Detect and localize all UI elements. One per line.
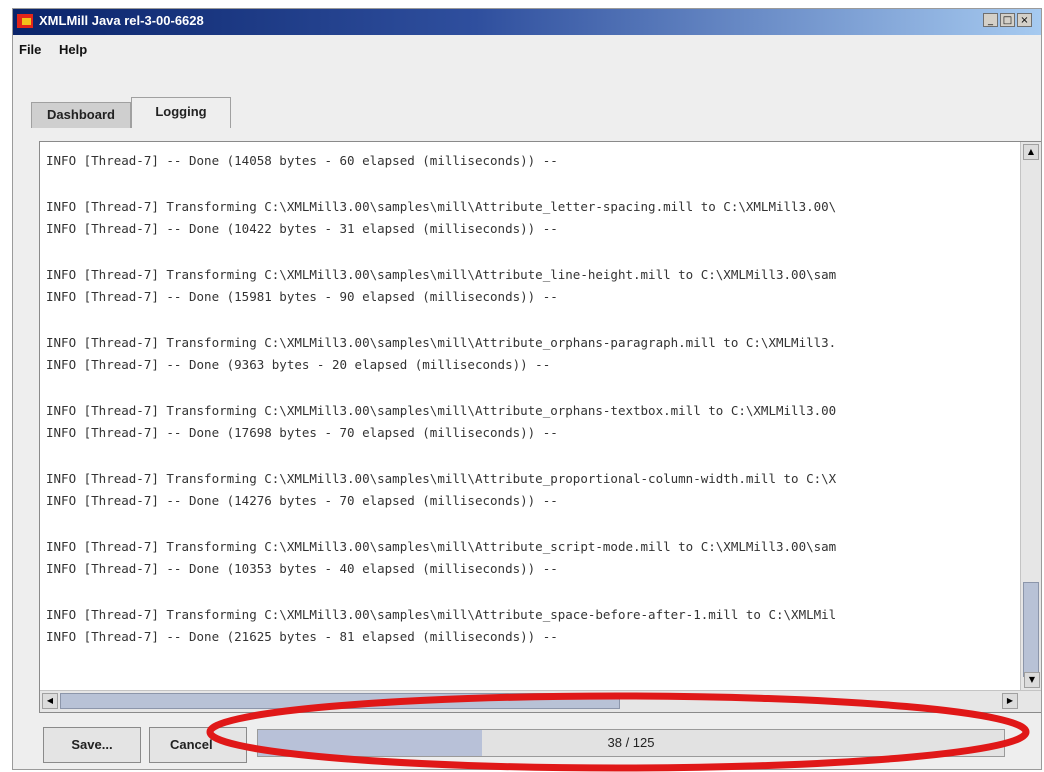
progress-text: 38 / 125 (607, 735, 655, 750)
arrow-down-icon[interactable]: ▼ (1024, 672, 1040, 688)
log-line: INFO [Thread-7] Transforming C:\XMLMill3… (46, 403, 837, 418)
window-title: XMLMill Java rel-3-00-6628 (39, 13, 204, 28)
log-spacer (46, 376, 1014, 400)
close-icon[interactable]: × (1017, 13, 1032, 27)
log-panel: INFO [Thread-7] -- Done (14058 bytes - 6… (39, 141, 1041, 713)
arrow-right-icon[interactable]: ▶ (1002, 693, 1018, 709)
log-line: INFO [Thread-7] Transforming C:\XMLMill3… (46, 471, 837, 486)
menu-file[interactable]: File (19, 42, 41, 57)
log-line: INFO [Thread-7] Transforming C:\XMLMill3… (46, 607, 837, 622)
horizontal-scrollbar[interactable]: ◀ ▶ (40, 690, 1041, 712)
log-line: INFO [Thread-7] -- Done (10422 bytes - 3… (46, 221, 558, 236)
log-spacer (46, 240, 1014, 264)
minimize-icon[interactable]: _ (983, 13, 998, 27)
tab-logging[interactable]: Logging (131, 97, 231, 128)
log-line: INFO [Thread-7] Transforming C:\XMLMill3… (46, 199, 837, 214)
log-line: INFO [Thread-7] Transforming C:\XMLMill3… (46, 267, 837, 282)
tab-dashboard[interactable]: Dashboard (31, 102, 131, 128)
log-output: INFO [Thread-7] -- Done (14058 bytes - 6… (46, 150, 1014, 690)
menu-help[interactable]: Help (59, 42, 87, 57)
xmlmill-app-icon (17, 14, 33, 28)
log-line: INFO [Thread-7] -- Done (14058 bytes - 6… (46, 153, 558, 168)
save-button[interactable]: Save... (43, 727, 141, 763)
log-line: INFO [Thread-7] -- Done (21625 bytes - 8… (46, 629, 558, 644)
log-line: INFO [Thread-7] -- Done (15981 bytes - 9… (46, 289, 558, 304)
log-spacer (46, 172, 1014, 196)
app-window: XMLMill Java rel-3-00-6628 _ □ × File He… (12, 8, 1042, 770)
log-line: INFO [Thread-7] Transforming C:\XMLMill3… (46, 335, 837, 350)
arrow-left-icon[interactable]: ◀ (42, 693, 58, 709)
cancel-button[interactable]: Cancel (149, 727, 247, 763)
horizontal-scroll-thumb[interactable] (60, 693, 620, 709)
vertical-scroll-thumb[interactable] (1023, 582, 1039, 677)
log-line: INFO [Thread-7] -- Done (10353 bytes - 4… (46, 561, 558, 576)
log-line: INFO [Thread-7] -- Done (9363 bytes - 20… (46, 357, 551, 372)
title-bar[interactable]: XMLMill Java rel-3-00-6628 _ □ × (13, 9, 1041, 35)
menu-bar: File Help (13, 39, 1041, 63)
log-line: INFO [Thread-7] Transforming C:\XMLMill3… (46, 539, 837, 554)
log-spacer (46, 580, 1014, 604)
log-spacer (46, 444, 1014, 468)
log-spacer (46, 308, 1014, 332)
vertical-scrollbar[interactable]: ▲ ▼ (1020, 142, 1041, 690)
arrow-up-icon[interactable]: ▲ (1023, 144, 1039, 160)
log-line: INFO [Thread-7] -- Done (14276 bytes - 7… (46, 493, 558, 508)
progress-bar: 38 / 125 (257, 729, 1005, 757)
log-line: INFO [Thread-7] -- Done (17698 bytes - 7… (46, 425, 558, 440)
log-spacer (46, 512, 1014, 536)
maximize-icon[interactable]: □ (1000, 13, 1015, 27)
